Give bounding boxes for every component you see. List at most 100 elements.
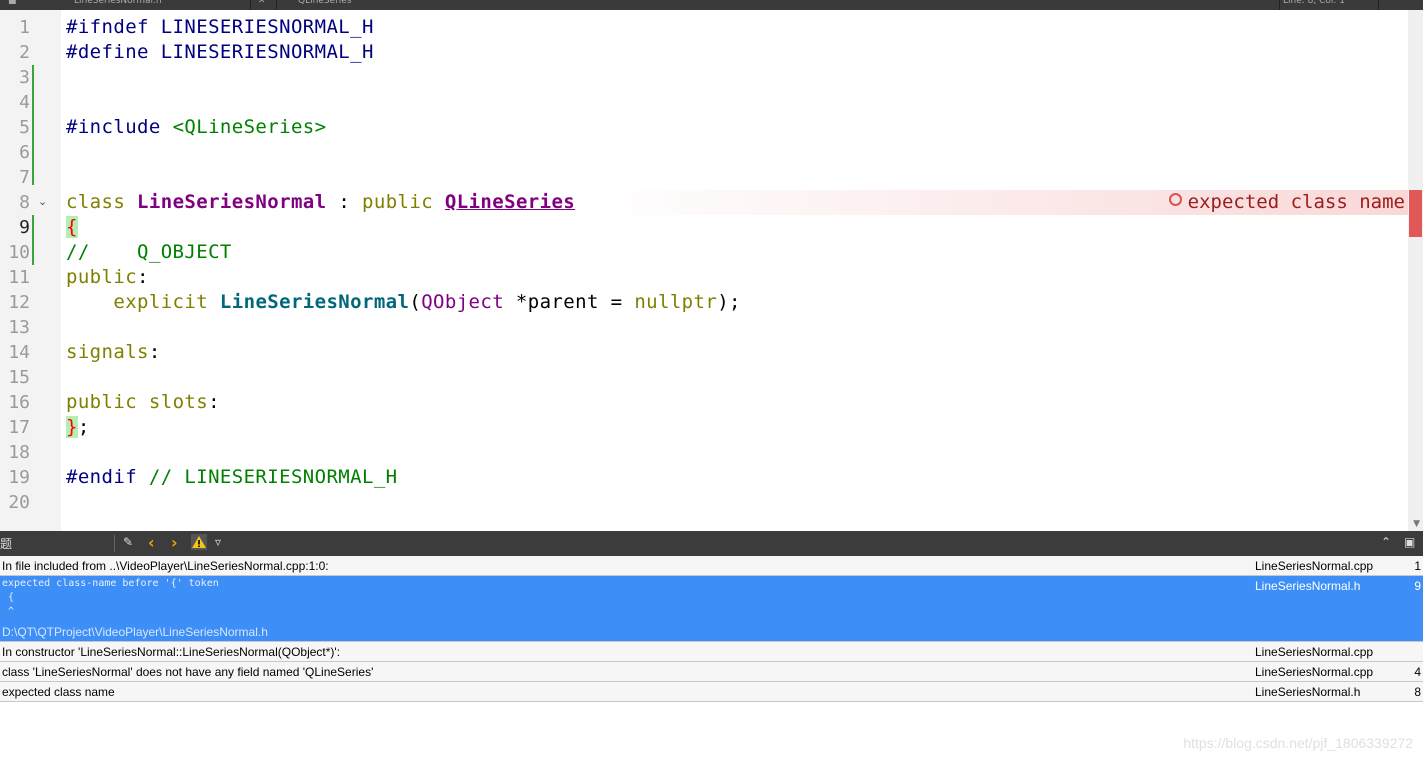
code-line: #define LINESERIESNORMAL_H — [66, 41, 374, 63]
maximize-icon[interactable]: ▣ — [1404, 535, 1415, 549]
keyword: nullptr — [634, 291, 718, 313]
code-line: #include <QLineSeries> — [66, 115, 326, 140]
comment: // LINESERIESNORMAL_H — [148, 466, 398, 488]
token: : — [208, 391, 220, 413]
preprocessor: #endif — [66, 466, 149, 488]
keyword: public — [362, 191, 434, 213]
warning-filter-button[interactable] — [191, 534, 207, 550]
code-line: signals: — [66, 340, 161, 365]
code-line: // Q_OBJECT — [66, 241, 232, 263]
issue-message: expected class name — [2, 685, 115, 699]
issue-message: In file included from ..\VideoPlayer\Lin… — [2, 559, 329, 573]
line-number: 12 — [8, 292, 30, 313]
inline-error-text: expected class name — [1187, 191, 1405, 213]
issue-line: 8 — [1414, 685, 1421, 699]
token: ; — [77, 416, 90, 438]
issue-line: 1 — [1414, 559, 1421, 573]
type-name: QObject — [421, 291, 505, 313]
issue-row-selected[interactable]: expected class-name before '{' token { ^… — [0, 576, 1423, 642]
token: : — [326, 191, 363, 213]
line-number: 13 — [8, 317, 30, 338]
token: : — [137, 266, 149, 288]
keyword: class — [66, 191, 126, 213]
line-number: 10 — [8, 242, 30, 263]
previous-icon[interactable]: ‹ — [148, 533, 155, 552]
line-number: 3 — [19, 67, 30, 88]
issues-title: 题 — [0, 537, 13, 551]
line-number: 5 — [19, 117, 30, 138]
line-number: 9 — [19, 217, 30, 238]
error-token[interactable]: QLineSeries — [445, 191, 575, 213]
issue-line: 4 — [1414, 665, 1421, 679]
line-number: 8 — [19, 192, 30, 213]
inline-error: expected class name — [1168, 190, 1405, 215]
line-number: 18 — [8, 442, 30, 463]
line-number: 15 — [8, 367, 30, 388]
filter-icon[interactable]: ▿ — [215, 535, 221, 549]
function-name: LineSeriesNormal — [219, 291, 410, 313]
line-number: 11 — [8, 267, 30, 288]
line-number: 20 — [8, 492, 30, 513]
code-line: public: — [66, 265, 149, 290]
tab-symbol[interactable]: QLineSeries — [298, 0, 352, 10]
line-number: 4 — [19, 92, 30, 113]
editor-tab-bar: ■ LineSeriesNormal.h ✕ QLineSeries Line:… — [0, 0, 1423, 10]
close-icon[interactable]: ✕ — [258, 0, 266, 10]
line-number: 7 — [19, 167, 30, 188]
issues-list: In file included from ..\VideoPlayer\Lin… — [0, 556, 1423, 761]
error-icon — [1168, 193, 1182, 206]
line-number: 14 — [8, 342, 30, 363]
issue-file: LineSeriesNormal.cpp — [1255, 559, 1374, 573]
cursor-position[interactable]: Line: 8, Col: 1 — [1283, 0, 1345, 10]
issue-row[interactable]: class 'LineSeriesNormal' does not have a… — [0, 662, 1423, 682]
line-number: 1 — [19, 17, 30, 38]
fold-arrow-icon[interactable]: ⌄ — [38, 195, 47, 208]
code-line: #ifndef LINESERIESNORMAL_H — [66, 16, 374, 38]
issue-line: 9 — [1414, 579, 1421, 593]
keyword: explicit — [113, 291, 209, 313]
code-line: explicit LineSeriesNormal(QObject *paren… — [66, 290, 741, 315]
issue-file: LineSeriesNormal.cpp — [1255, 645, 1374, 659]
issue-message: In constructor 'LineSeriesNormal::LineSe… — [2, 645, 341, 659]
file-icon: ■ — [8, 0, 17, 6]
issue-file: LineSeriesNormal.cpp — [1255, 665, 1374, 679]
code-editor[interactable]: 1 #ifndef LINESERIESNORMAL_H 2 #define L… — [0, 10, 1423, 531]
brace: } — [66, 416, 78, 438]
token: ( — [409, 291, 422, 313]
watermark: https://blog.csdn.net/pjf_1806339272 — [1183, 735, 1413, 751]
keyword: public — [66, 391, 138, 413]
keyword: public — [66, 266, 138, 288]
class-name: LineSeriesNormal — [137, 191, 327, 213]
clear-icon[interactable]: ✎ — [123, 535, 133, 549]
next-icon[interactable]: › — [171, 533, 178, 552]
tab-file[interactable]: LineSeriesNormal.h — [74, 0, 162, 10]
code-line: #endif // LINESERIESNORMAL_H — [66, 465, 398, 490]
token: ); — [717, 291, 741, 313]
scroll-down-icon[interactable]: ▼ — [1413, 519, 1420, 529]
issue-row[interactable]: In constructor 'LineSeriesNormal::LineSe… — [0, 642, 1423, 662]
line-number: 16 — [8, 392, 30, 413]
line-number: 17 — [8, 417, 30, 438]
include-header: <QLineSeries> — [172, 116, 327, 138]
token: *parent = — [504, 291, 635, 313]
code-line: { — [66, 215, 78, 240]
error-marker[interactable] — [1409, 190, 1422, 237]
code-line: }; — [66, 415, 90, 440]
line-number: 2 — [19, 42, 30, 63]
keyword: slots — [148, 391, 209, 413]
issue-path: D:\QT\QTProject\VideoPlayer\LineSeriesNo… — [2, 625, 268, 639]
include-directive: #include — [66, 116, 173, 138]
issue-file: LineSeriesNormal.h — [1255, 685, 1361, 699]
issue-row[interactable]: expected class name LineSeriesNormal.h 8 — [0, 682, 1423, 702]
line-number: 19 — [8, 467, 30, 488]
collapse-icon[interactable]: ⌃ — [1381, 535, 1391, 549]
issue-message: class 'LineSeriesNormal' does not have a… — [2, 665, 374, 679]
issue-row[interactable]: In file included from ..\VideoPlayer\Lin… — [0, 556, 1423, 576]
code-line: public slots: — [66, 390, 220, 415]
issue-file: LineSeriesNormal.h — [1255, 579, 1361, 593]
token: : — [148, 341, 161, 363]
keyword: signals — [66, 341, 149, 363]
vertical-scrollbar[interactable]: ▼ — [1408, 10, 1423, 531]
issues-toolbar: 题 ✎ ‹ › ▿ ⌃ ▣ — [0, 531, 1423, 556]
brace: { — [66, 216, 78, 238]
